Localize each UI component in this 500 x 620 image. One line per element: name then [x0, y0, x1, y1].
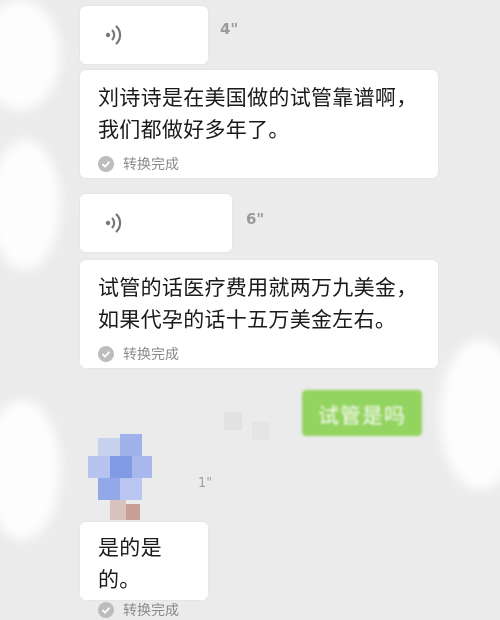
transcription-bubble[interactable]: 试管的话医疗费用就两万九美金，如果代孕的话十五万美金左右。 转换完成 [80, 260, 438, 368]
voice-duration: 6" [246, 210, 265, 228]
transcription-status: 转换完成 [98, 344, 422, 364]
voice-message[interactable] [80, 194, 232, 252]
smudge [440, 340, 500, 490]
transcription-text: 是的是的。 [98, 536, 162, 592]
transcription-text: 试管的话医疗费用就两万九美金，如果代孕的话十五万美金左右。 [98, 276, 418, 332]
status-label: 转换完成 [123, 603, 179, 619]
status-label: 转换完成 [123, 347, 179, 363]
voice-wave-icon [105, 213, 122, 233]
smudge [0, 140, 60, 270]
transcription-status: 转换完成 [98, 600, 192, 620]
sent-message-text: 试管是吗 [318, 404, 406, 428]
transcription-text: 刘诗诗是在美国做的试管靠谱啊，我们都做好多年了。 [98, 86, 418, 142]
status-label: 转换完成 [123, 157, 179, 173]
transcription-bubble[interactable]: 刘诗诗是在美国做的试管靠谱啊，我们都做好多年了。 转换完成 [80, 70, 438, 178]
voice-duration: 4" [220, 20, 239, 38]
voice-wave-icon [105, 25, 122, 45]
check-circle-icon [98, 346, 114, 362]
voice-duration: 1" [198, 476, 213, 491]
smudge [0, 0, 60, 110]
transcription-bubble[interactable]: 是的是的。 转换完成 [80, 522, 208, 619]
smudge [0, 400, 60, 540]
check-circle-icon [98, 156, 114, 172]
voice-message[interactable] [80, 6, 208, 64]
transcription-status: 转换完成 [98, 154, 422, 174]
